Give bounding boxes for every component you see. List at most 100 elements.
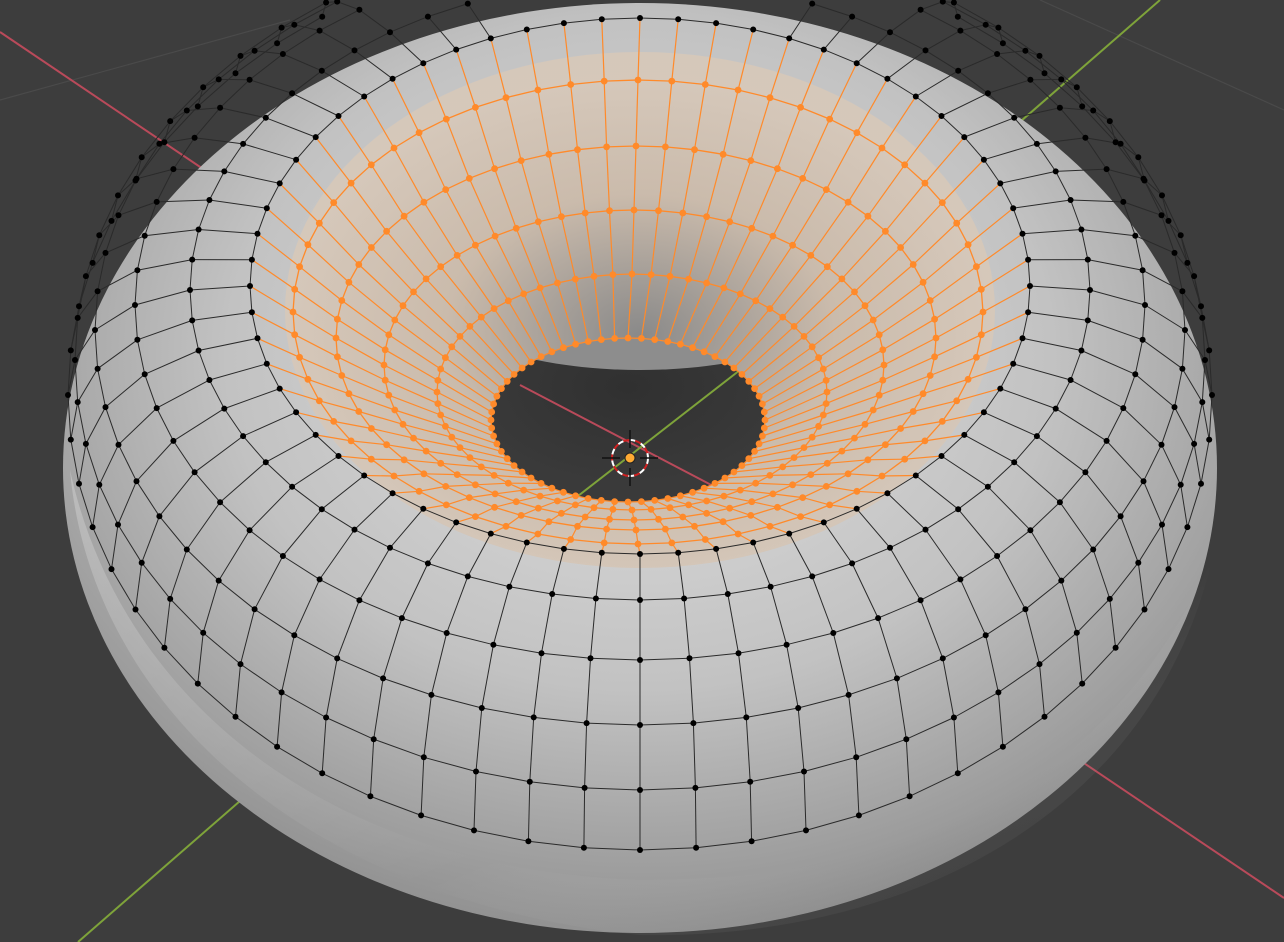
mesh-vertex[interactable]: [442, 501, 450, 509]
mesh-vertex[interactable]: [200, 84, 207, 91]
3d-viewport[interactable]: [0, 0, 1284, 942]
mesh-vertex[interactable]: [755, 440, 763, 448]
mesh-vertex[interactable]: [826, 501, 834, 509]
mesh-vertex[interactable]: [919, 390, 927, 398]
mesh-vertex[interactable]: [263, 205, 270, 212]
mesh-vertex[interactable]: [240, 140, 247, 147]
mesh-vertex[interactable]: [789, 481, 796, 489]
mesh-vertex[interactable]: [534, 504, 542, 512]
mesh-vertex[interactable]: [134, 267, 141, 274]
mesh-vertex[interactable]: [453, 471, 461, 478]
mesh-vertex[interactable]: [703, 497, 710, 505]
mesh-vertex[interactable]: [637, 847, 643, 853]
mesh-vertex[interactable]: [668, 77, 676, 85]
mesh-vertex[interactable]: [855, 812, 862, 819]
mesh-vertex[interactable]: [170, 166, 177, 173]
mesh-vertex[interactable]: [760, 424, 768, 432]
mesh-vertex[interactable]: [323, 714, 330, 721]
mesh-vertex[interactable]: [766, 522, 774, 530]
mesh-vertex[interactable]: [1090, 546, 1097, 553]
mesh-vertex[interactable]: [1078, 226, 1085, 233]
mesh-vertex[interactable]: [1112, 139, 1119, 146]
mesh-vertex[interactable]: [385, 331, 393, 339]
mesh-vertex[interactable]: [361, 472, 368, 479]
mesh-vertex[interactable]: [921, 437, 929, 445]
mesh-vertex[interactable]: [917, 597, 924, 604]
mesh-vertex[interactable]: [853, 505, 860, 512]
mesh-vertex[interactable]: [368, 425, 375, 432]
mesh-vertex[interactable]: [161, 139, 168, 146]
mesh-vertex[interactable]: [510, 462, 518, 469]
mesh-vertex[interactable]: [389, 490, 396, 497]
mesh-vertex[interactable]: [437, 263, 445, 271]
mesh-vertex[interactable]: [808, 343, 816, 351]
mesh-vertex[interactable]: [289, 308, 297, 316]
mesh-vertex[interactable]: [703, 509, 710, 517]
mesh-vertex[interactable]: [424, 560, 431, 567]
mesh-vertex[interactable]: [748, 498, 756, 506]
mesh-vertex[interactable]: [448, 343, 456, 351]
mesh-vertex[interactable]: [574, 146, 581, 154]
mesh-vertex[interactable]: [606, 515, 613, 523]
mesh-vertex[interactable]: [237, 52, 244, 59]
mesh-vertex[interactable]: [262, 114, 269, 121]
mesh-vertex[interactable]: [232, 713, 239, 720]
mesh-vertex[interactable]: [493, 392, 501, 400]
mesh-vertex[interactable]: [318, 506, 325, 513]
mesh-vertex[interactable]: [766, 94, 774, 102]
mesh-vertex[interactable]: [420, 754, 427, 761]
mesh-vertex[interactable]: [685, 275, 692, 283]
mesh-vertex[interactable]: [606, 207, 613, 215]
mesh-vertex[interactable]: [584, 495, 592, 502]
mesh-vertex[interactable]: [278, 24, 285, 31]
mesh-vertex[interactable]: [882, 441, 889, 449]
mesh-vertex[interactable]: [922, 47, 929, 54]
mesh-vertex[interactable]: [853, 754, 860, 761]
mesh-vertex[interactable]: [276, 180, 283, 187]
mesh-vertex[interactable]: [611, 498, 618, 505]
mesh-vertex[interactable]: [655, 207, 662, 215]
mesh-vertex[interactable]: [584, 338, 592, 345]
mesh-vertex[interactable]: [335, 113, 342, 119]
mesh-vertex[interactable]: [1139, 336, 1146, 343]
mesh-vertex[interactable]: [730, 364, 738, 372]
mesh-vertex[interactable]: [662, 143, 669, 151]
mesh-vertex[interactable]: [183, 546, 190, 553]
mesh-vertex[interactable]: [961, 134, 968, 141]
mesh-vertex[interactable]: [1106, 595, 1113, 602]
mesh-vertex[interactable]: [187, 287, 193, 293]
mesh-vertex[interactable]: [1179, 288, 1186, 295]
mesh-vertex[interactable]: [600, 539, 608, 547]
mesh-vertex[interactable]: [897, 425, 904, 432]
mesh-vertex[interactable]: [906, 793, 913, 800]
mesh-vertex[interactable]: [170, 437, 177, 444]
mesh-vertex[interactable]: [592, 595, 599, 602]
mesh-vertex[interactable]: [603, 143, 610, 151]
mesh-vertex[interactable]: [823, 459, 831, 467]
mesh-vertex[interactable]: [132, 302, 138, 308]
mesh-vertex[interactable]: [932, 334, 940, 342]
mesh-vertex[interactable]: [939, 655, 946, 662]
mesh-vertex[interactable]: [567, 81, 575, 88]
mesh-vertex[interactable]: [156, 513, 163, 520]
mesh-vertex[interactable]: [448, 433, 456, 441]
mesh-vertex[interactable]: [330, 199, 338, 207]
mesh-vertex[interactable]: [878, 144, 886, 152]
torus-mesh[interactable]: [63, 0, 1217, 936]
mesh-vertex[interactable]: [572, 501, 579, 509]
mesh-vertex[interactable]: [999, 743, 1006, 750]
mesh-vertex[interactable]: [719, 150, 727, 158]
mesh-vertex[interactable]: [518, 364, 526, 372]
mesh-vertex[interactable]: [572, 340, 579, 348]
mesh-vertex[interactable]: [797, 513, 804, 520]
object-origin-icon[interactable]: [624, 452, 636, 464]
mesh-vertex[interactable]: [1171, 404, 1178, 411]
mesh-vertex[interactable]: [675, 549, 682, 556]
mesh-vertex[interactable]: [138, 559, 145, 566]
mesh-vertex[interactable]: [466, 454, 474, 461]
mesh-vertex[interactable]: [517, 512, 525, 519]
mesh-vertex[interactable]: [921, 179, 929, 187]
mesh-vertex[interactable]: [800, 444, 808, 451]
mesh-vertex[interactable]: [537, 480, 545, 487]
mesh-vertex[interactable]: [736, 290, 744, 298]
